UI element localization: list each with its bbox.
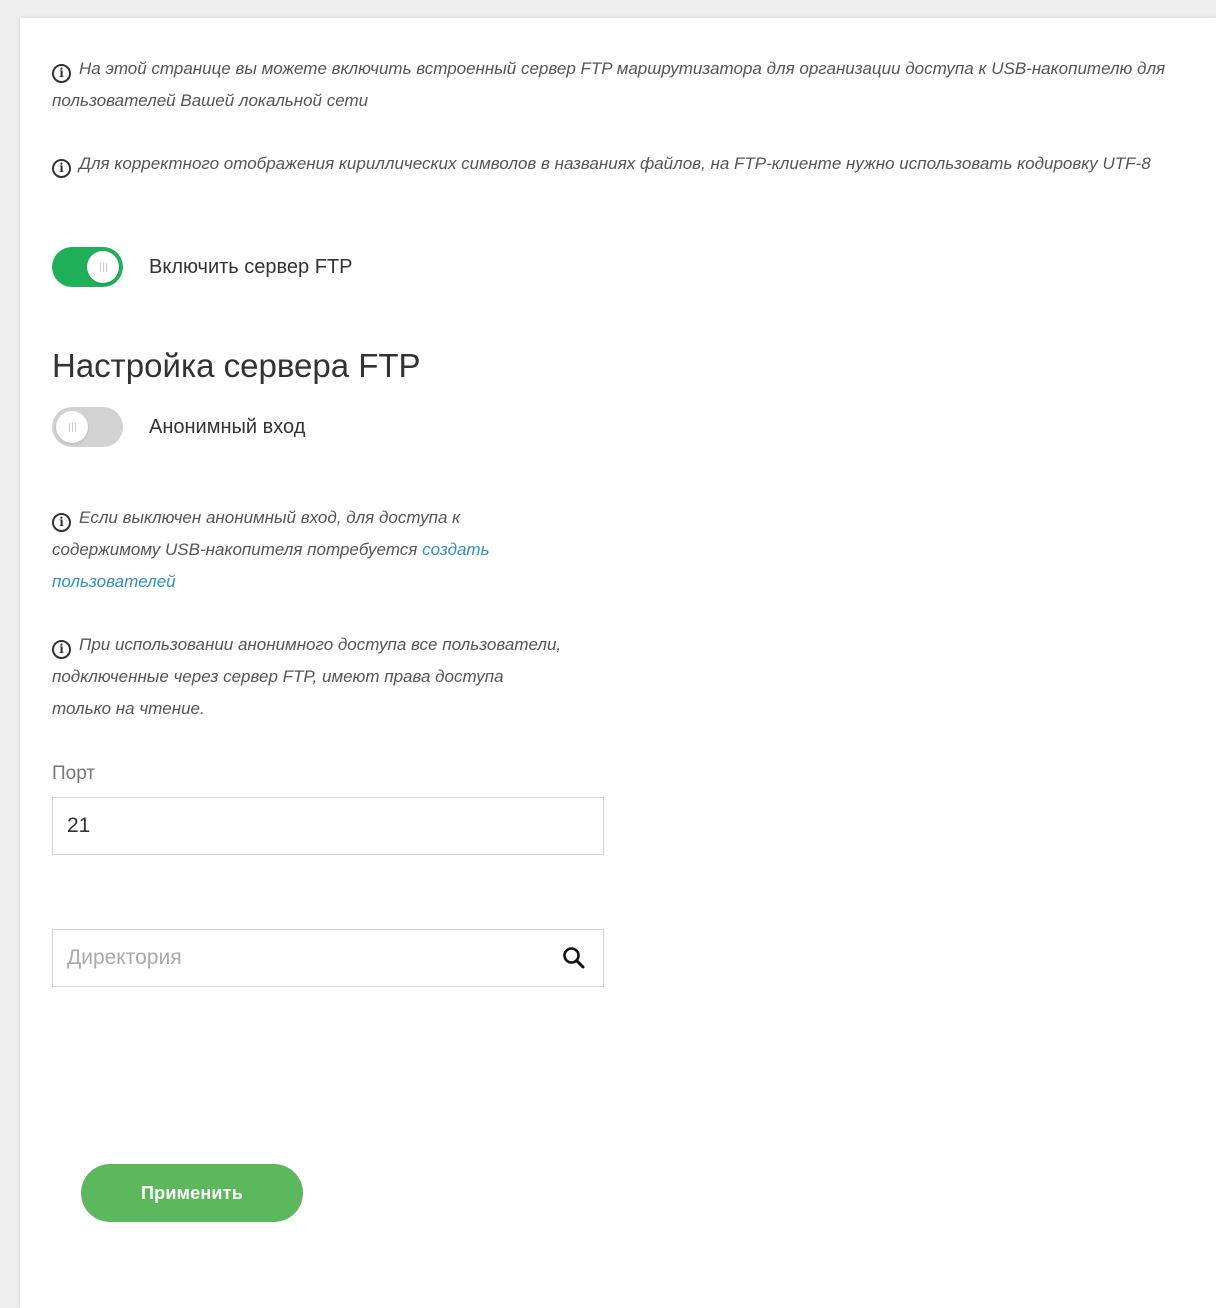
directory-field (52, 929, 604, 987)
search-icon[interactable] (561, 945, 587, 971)
anonymous-login-toggle[interactable] (52, 407, 123, 447)
info-anonymous-readonly-text: При использовании анонимного доступа все… (52, 635, 562, 718)
info-encoding: i Для корректного отображения кириллическ… (52, 148, 1172, 180)
info-anonymous-readonly: i При использовании анонимного доступа вс… (52, 629, 562, 725)
info-icon: i (52, 64, 71, 83)
apply-button[interactable]: Применить (81, 1164, 303, 1222)
port-label: Порт (52, 763, 96, 784)
info-icon: i (52, 513, 71, 532)
info-usb-access-text: На этой странице вы можете включить встр… (52, 59, 1166, 110)
toggle-knob (87, 251, 119, 283)
info-anonymous-off: i Если выключен анонимный вход, для досту… (52, 502, 557, 598)
enable-ftp-row: Включить сервер FTP (52, 247, 353, 287)
info-usb-access: i На этой странице вы можете включить вст… (52, 53, 1172, 117)
enable-ftp-label: Включить сервер FTP (149, 255, 353, 278)
grip-icon (68, 422, 76, 432)
port-input[interactable] (53, 798, 603, 854)
toggle-knob (56, 411, 88, 443)
directory-input[interactable] (53, 930, 603, 986)
anonymous-login-label: Анонимный вход (149, 415, 306, 438)
enable-ftp-toggle[interactable] (52, 247, 123, 287)
anonymous-login-row: Анонимный вход (52, 407, 305, 447)
info-encoding-text: Для корректного отображения кириллически… (79, 154, 1151, 173)
info-anonymous-off-text: Если выключен анонимный вход, для доступ… (52, 508, 461, 559)
info-icon: i (52, 159, 71, 178)
section-title: Настройка сервера FTP (52, 347, 421, 384)
port-field (52, 797, 604, 855)
grip-icon (99, 262, 107, 272)
info-icon: i (52, 640, 71, 659)
